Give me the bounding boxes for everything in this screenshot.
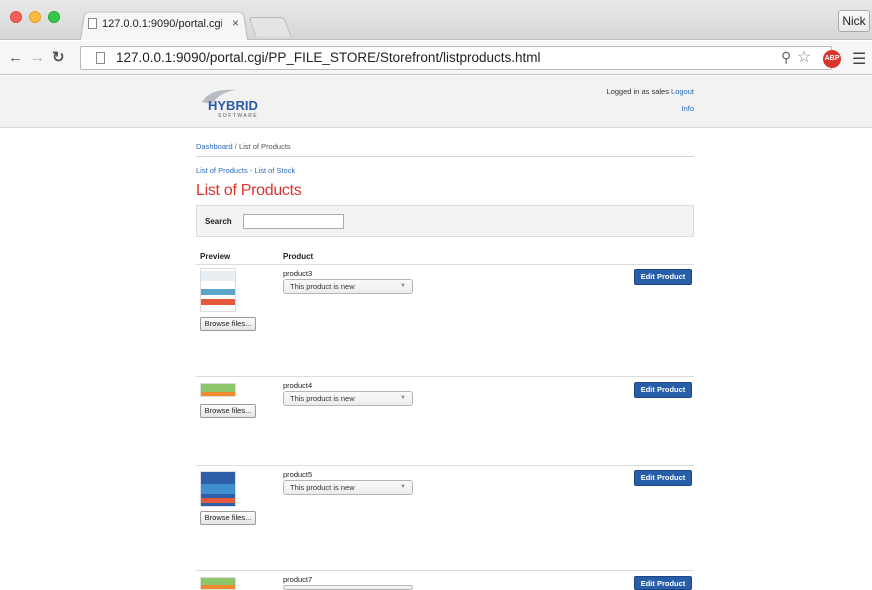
logout-link[interactable]: Logout (671, 87, 694, 96)
minimize-window-button[interactable] (29, 11, 41, 23)
tab-title: 127.0.0.1:9090/portal.cgi/F (102, 18, 222, 30)
status-value: This product is new (290, 394, 355, 403)
browse-files-button[interactable]: Browse files... (200, 511, 256, 525)
preview-column-header: Preview (200, 252, 231, 261)
url-text[interactable]: 127.0.0.1:9090/portal.cgi/PP_FILE_STORE/… (116, 50, 540, 65)
chevron-down-icon: ▼ (400, 484, 406, 490)
product-status-select[interactable]: This product is new ▼ (283, 391, 413, 406)
page-title: List of Products (196, 182, 302, 199)
list-of-stock-link[interactable]: List of Stock (254, 166, 295, 175)
zoom-icon[interactable]: ⚲ (781, 49, 791, 66)
browse-files-button[interactable]: Browse files... (200, 317, 256, 331)
list-of-products-link[interactable]: List of Products (196, 166, 248, 175)
logo-text: HYBRID (208, 98, 258, 113)
maximize-window-button[interactable] (48, 11, 60, 23)
product-status-select[interactable]: This product is new ▼ (283, 480, 413, 495)
product-name: product7 (283, 575, 313, 584)
page-icon (88, 18, 97, 29)
chevron-down-icon: ▼ (400, 395, 406, 401)
row-divider (196, 376, 694, 377)
star-icon[interactable]: ☆ (797, 47, 811, 67)
product-name: product5 (283, 470, 313, 479)
forward-arrow-icon[interactable]: → (30, 50, 45, 66)
product-name: product3 (283, 269, 313, 278)
breadcrumb-dashboard-link[interactable]: Dashboard (196, 142, 233, 151)
browse-files-button[interactable]: Browse files... (200, 404, 256, 418)
logged-in-status: Logged in as sales Logout (520, 87, 694, 96)
edit-product-button[interactable]: Edit Product (634, 382, 692, 398)
new-tab-button[interactable] (248, 17, 292, 37)
close-window-button[interactable] (10, 11, 22, 23)
table-header-divider (196, 264, 694, 265)
breadcrumb-current: List of Products (238, 142, 291, 151)
search-label: Search (205, 217, 232, 226)
sub-navigation: List of Products - List of Stock (196, 166, 295, 175)
chevron-down-icon: ▼ (400, 283, 406, 289)
row-divider (196, 570, 694, 571)
status-value: This product is new (290, 483, 355, 492)
product-column-header: Product (283, 252, 314, 261)
tab-close-icon[interactable]: × (232, 16, 239, 30)
product-preview-thumbnail (200, 383, 236, 397)
product-status-select[interactable]: This product is new ▼ (283, 279, 413, 294)
status-value: This product is new (290, 282, 355, 291)
page-header (0, 76, 872, 128)
breadcrumb: Dashboard / List of Products (196, 142, 291, 151)
edit-product-button[interactable]: Edit Product (634, 470, 692, 486)
logo-subtext: SOFTWARE (218, 113, 258, 119)
user-profile-button[interactable]: Nick (838, 10, 870, 32)
reload-icon[interactable]: ↻ (52, 50, 65, 66)
adblock-icon[interactable]: ABP (823, 50, 841, 68)
product-preview-thumbnail (200, 471, 236, 507)
page-icon (96, 52, 105, 64)
edit-product-button[interactable]: Edit Product (634, 269, 692, 285)
product-status-select[interactable] (283, 585, 413, 590)
divider (196, 156, 694, 157)
back-arrow-icon[interactable]: ← (8, 50, 23, 66)
search-input[interactable] (243, 214, 344, 229)
row-divider (196, 465, 694, 466)
info-link[interactable]: Info (600, 104, 694, 113)
product-name: product4 (283, 381, 313, 390)
logged-in-text: Logged in as sales (606, 87, 669, 96)
menu-icon[interactable]: ☰ (852, 49, 866, 69)
product-preview-thumbnail (200, 268, 236, 312)
hybrid-software-logo[interactable]: HYBRID SOFTWARE (196, 86, 268, 120)
product-preview-thumbnail (200, 577, 236, 590)
edit-product-button[interactable]: Edit Product (634, 576, 692, 590)
